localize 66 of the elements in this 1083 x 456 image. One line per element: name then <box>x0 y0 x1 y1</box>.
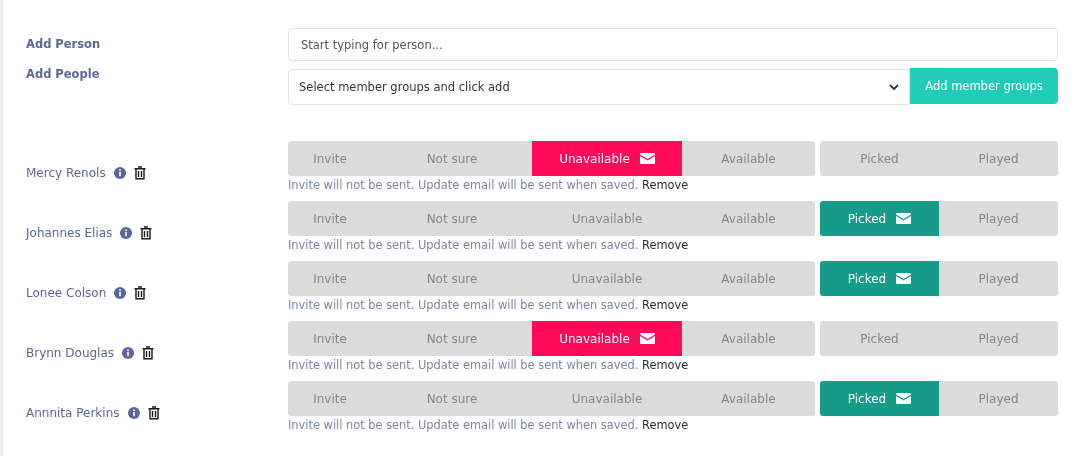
status-option[interactable]: Not sure <box>372 141 532 176</box>
status-option[interactable]: Available <box>682 321 815 356</box>
info-icon <box>114 287 127 299</box>
status-option[interactable]: Not sure <box>372 201 532 236</box>
status-option[interactable]: Invite <box>288 201 372 236</box>
remove-link[interactable]: Remove <box>642 418 689 432</box>
status-option[interactable]: Not sure <box>372 321 532 356</box>
status-option[interactable]: Picked <box>820 321 939 356</box>
status-option[interactable]: Invite <box>288 261 372 296</box>
add-member-groups-button[interactable]: Add member groups <box>910 68 1058 104</box>
field-label: Add People <box>26 66 101 81</box>
status-option[interactable]: Picked <box>820 261 939 296</box>
info-icon <box>127 407 140 419</box>
status-option[interactable]: Unavailable <box>532 381 682 416</box>
status-option[interactable]: Picked <box>820 141 939 176</box>
remove-link[interactable]: Remove <box>642 298 689 312</box>
status-note: Invite will not be sent. Update email will be sent when saved. <box>288 358 639 372</box>
envelope-icon <box>896 213 912 224</box>
trash-icon[interactable] <box>133 166 146 180</box>
person-search-field[interactable]: Start typing for person... <box>288 28 1058 61</box>
status-note: Invite will not be sent. Update email will be sent when saved. <box>288 178 639 192</box>
status-option[interactable]: Invite <box>288 381 372 416</box>
remove-link[interactable]: Remove <box>642 358 689 372</box>
envelope-icon <box>639 333 655 344</box>
trash-icon[interactable] <box>140 226 153 240</box>
status-option[interactable]: Picked <box>820 201 939 236</box>
trash-icon[interactable] <box>142 346 155 360</box>
status-option[interactable]: Played <box>939 201 1058 236</box>
status-option[interactable]: Played <box>939 321 1058 356</box>
person-name: Annnita Perkins <box>26 406 120 420</box>
status-option[interactable]: Unavailable <box>532 261 682 296</box>
info-icon <box>122 347 135 359</box>
status-option[interactable]: Invite <box>288 141 372 176</box>
remove-link[interactable]: Remove <box>642 178 689 192</box>
chevron-down-icon <box>889 83 899 91</box>
status-option[interactable]: Available <box>682 381 815 416</box>
status-option[interactable]: Picked <box>820 381 939 416</box>
field-label: Add Person <box>26 36 102 51</box>
envelope-icon <box>896 393 912 404</box>
trash-icon[interactable] <box>147 406 160 420</box>
status-option[interactable]: Played <box>939 261 1058 296</box>
status-option[interactable]: Unavailable <box>532 321 682 356</box>
status-note: Invite will not be sent. Update email will be sent when saved. <box>288 298 639 312</box>
remove-link[interactable]: Remove <box>642 238 689 252</box>
person-name: Brynn Douglas <box>26 346 115 360</box>
status-note: Invite will not be sent. Update email will be sent when saved. <box>288 418 639 432</box>
status-option[interactable]: Played <box>939 381 1058 416</box>
envelope-icon <box>639 153 655 164</box>
status-option[interactable]: Invite <box>288 321 372 356</box>
info-icon <box>113 167 126 179</box>
status-option[interactable]: Available <box>682 261 815 296</box>
info-icon <box>120 227 133 239</box>
status-option[interactable]: Unavailable <box>532 141 682 176</box>
member-groups-dropdown[interactable]: Select member groups and click add <box>288 69 910 105</box>
person-name: Lonee Colson <box>26 286 107 300</box>
trash-icon[interactable] <box>134 286 147 300</box>
status-option[interactable]: Available <box>682 201 815 236</box>
envelope-icon <box>896 273 912 284</box>
person-name: Johannes Elias <box>26 226 113 240</box>
status-note: Invite will not be sent. Update email will be sent when saved. <box>288 238 639 252</box>
status-option[interactable]: Unavailable <box>532 201 682 236</box>
status-option[interactable]: Not sure <box>372 261 532 296</box>
status-option[interactable]: Played <box>939 141 1058 176</box>
person-name: Mercy Renols <box>26 166 106 180</box>
status-option[interactable]: Available <box>682 141 815 176</box>
status-option[interactable]: Not sure <box>372 381 532 416</box>
